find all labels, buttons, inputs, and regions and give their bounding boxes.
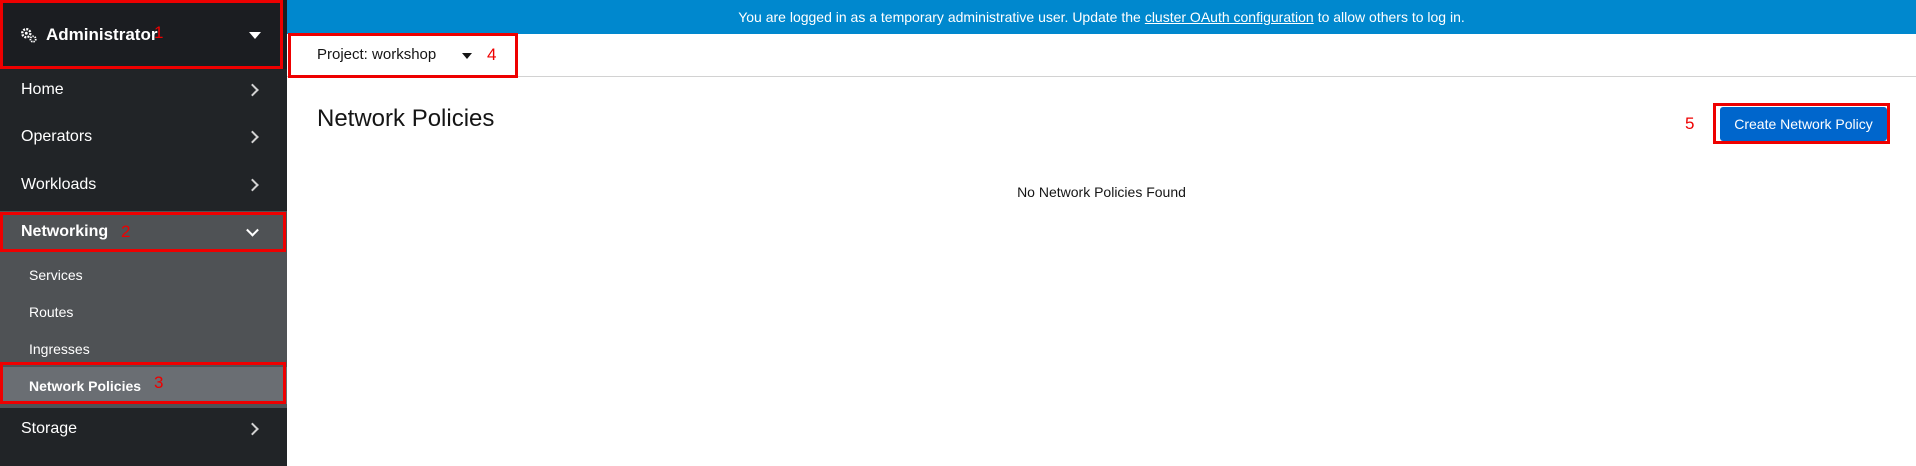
nav-item-label: Storage <box>21 420 78 437</box>
project-selector[interactable]: Project: workshop <box>317 46 436 63</box>
nav-item-label: Networking <box>21 223 109 240</box>
empty-state-message: No Network Policies Found <box>1017 184 1186 200</box>
annotation-number-2: 2 <box>121 222 131 241</box>
networking-subnav: Services Routes Ingresses Network Polici… <box>0 253 287 408</box>
chevron-right-icon <box>246 422 259 436</box>
cluster-oauth-link[interactable]: cluster OAuth configuration <box>1145 9 1314 25</box>
nav-item-label: Workloads <box>21 176 97 193</box>
perspective-switcher[interactable]: Administrator <box>0 0 287 69</box>
chevron-down-icon <box>246 223 259 237</box>
annotation-number-4: 4 <box>487 45 497 64</box>
perspective-label: Administrator <box>46 24 158 44</box>
subnav-item-ingresses[interactable]: Ingresses <box>0 330 287 367</box>
nav-item-label: Operators <box>21 128 93 145</box>
page-title: Network Policies <box>317 105 495 132</box>
nav-item-storage[interactable]: Storage <box>0 405 287 453</box>
annotation-number-3: 3 <box>154 373 164 392</box>
subnav-item-label: Routes <box>29 303 74 320</box>
annotation-number-1: 1 <box>154 23 164 42</box>
project-bar: Project: workshop <box>287 34 1916 77</box>
subnav-item-label: Ingresses <box>29 340 90 357</box>
chevron-right-icon <box>246 178 259 192</box>
subnav-item-network-policies[interactable]: Network Policies <box>0 367 287 404</box>
subnav-item-label: Network Policies <box>29 377 142 394</box>
banner-text: You are logged in as a temporary adminis… <box>738 9 1141 25</box>
subnav-item-routes[interactable]: Routes <box>0 293 287 330</box>
create-network-policy-button[interactable]: Create Network Policy <box>1720 107 1887 141</box>
nav-item-operators[interactable]: Operators <box>0 113 287 161</box>
nav-item-label: Home <box>21 81 64 98</box>
banner-text-end: to allow others to log in. <box>1317 9 1465 25</box>
subnav-item-label: Services <box>29 266 83 283</box>
nav-item-home[interactable]: Home <box>0 66 287 114</box>
caret-down-icon <box>249 32 261 39</box>
chevron-right-icon <box>246 130 259 144</box>
gears-icon <box>21 27 37 43</box>
nav-item-networking[interactable]: Networking <box>0 211 287 253</box>
chevron-right-icon <box>246 83 259 97</box>
caret-down-icon <box>462 53 472 59</box>
subnav-item-services[interactable]: Services <box>0 256 287 293</box>
nav-item-workloads[interactable]: Workloads <box>0 161 287 209</box>
sidebar-nav: Administrator Home Operators Workloads N… <box>0 0 287 466</box>
temporary-admin-banner: You are logged in as a temporary adminis… <box>287 0 1916 34</box>
annotation-number-5: 5 <box>1685 114 1695 133</box>
